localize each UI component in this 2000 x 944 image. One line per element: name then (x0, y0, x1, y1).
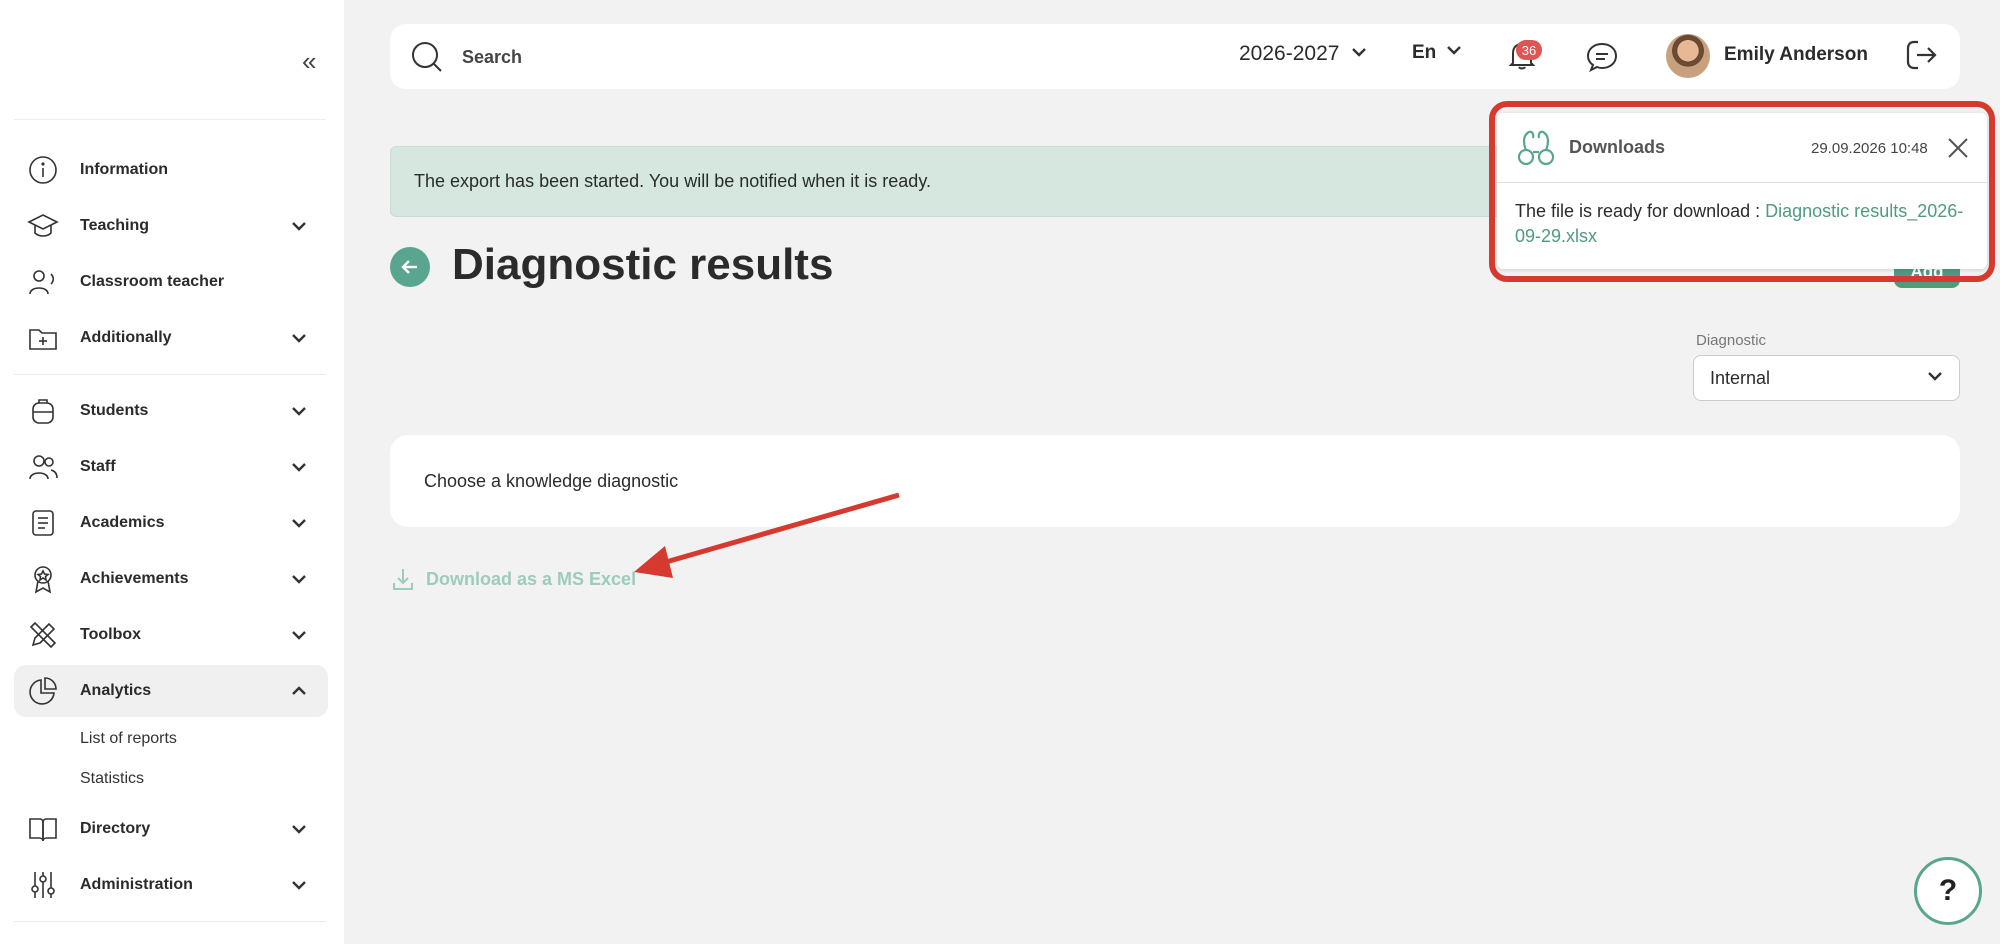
sidebar-subitem-statistics[interactable]: Statistics (80, 770, 144, 788)
chevron-down-icon (1351, 42, 1367, 66)
book-icon (26, 812, 60, 846)
sidebar: « Information Teaching Classroom teacher… (0, 0, 344, 944)
chevron-down-icon (286, 816, 312, 842)
collapse-sidebar-icon[interactable]: « (302, 48, 316, 74)
sliders-icon (26, 868, 60, 902)
arrow-left-icon (401, 260, 417, 274)
download-excel-label: Download as a MS Excel (426, 568, 637, 589)
chat-icon[interactable] (1585, 40, 1621, 76)
sidebar-item-directory[interactable]: Directory (14, 803, 328, 855)
folder-plus-icon (26, 321, 60, 355)
chevron-down-icon (286, 325, 312, 351)
sidebar-item-label: Achievements (80, 570, 189, 587)
graduation-cap-icon (26, 209, 60, 243)
chevron-down-icon (286, 398, 312, 424)
sidebar-item-label: Toolbox (80, 626, 142, 643)
pie-chart-icon (26, 674, 60, 708)
sidebar-divider (14, 374, 326, 375)
chevron-down-icon (286, 510, 312, 536)
teacher-icon (26, 265, 60, 299)
chevron-down-icon (1927, 368, 1943, 389)
diagnostic-select[interactable]: Internal (1693, 355, 1960, 401)
pencil-ruler-icon (26, 618, 60, 652)
sidebar-item-achievements[interactable]: Achievements (14, 553, 328, 605)
download-excel-link[interactable]: Download as a MS Excel (390, 566, 636, 592)
sidebar-item-administration[interactable]: Administration (14, 859, 328, 911)
chevron-down-icon (286, 622, 312, 648)
annotation-highlight-box (1489, 101, 1995, 282)
sidebar-item-staff[interactable]: Staff (14, 441, 328, 493)
sidebar-item-toolbox[interactable]: Toolbox (14, 609, 328, 661)
chevron-down-icon (1446, 42, 1462, 64)
sidebar-item-classroom-teacher[interactable]: Classroom teacher (14, 256, 328, 308)
sidebar-item-academics[interactable]: Academics (14, 497, 328, 549)
help-button[interactable]: ? (1914, 857, 1982, 925)
chevron-up-icon (286, 678, 312, 704)
card-text: Choose a knowledge diagnostic (424, 470, 679, 491)
logout-icon[interactable] (1904, 38, 1940, 74)
sidebar-item-label: Students (80, 402, 149, 419)
sidebar-item-students[interactable]: Students (14, 385, 328, 437)
sidebar-item-label: Administration (80, 876, 193, 893)
download-icon (393, 569, 413, 590)
language-value: En (1412, 42, 1437, 63)
sidebar-item-label: Classroom teacher (80, 273, 225, 290)
users-icon (26, 450, 60, 484)
sidebar-item-label: Staff (80, 458, 116, 475)
award-icon (26, 562, 60, 596)
backpack-icon (26, 394, 60, 428)
sidebar-item-label: Analytics (80, 682, 152, 699)
sidebar-item-label: Additionally (80, 329, 172, 346)
notification-count-badge: 36 (1516, 40, 1542, 60)
sidebar-item-label: Information (80, 161, 168, 178)
sidebar-item-label: Teaching (80, 217, 150, 234)
diagnostic-label: Diagnostic (1696, 332, 1767, 349)
diagnostic-value: Internal (1710, 367, 1771, 388)
export-started-alert: The export has been started. You will be… (390, 146, 1515, 217)
chevron-down-icon (286, 566, 312, 592)
page-title: Diagnostic results (452, 240, 834, 289)
back-button[interactable] (390, 247, 430, 287)
sidebar-divider (14, 921, 326, 922)
info-icon (26, 153, 60, 187)
sidebar-subitem-list-of-reports[interactable]: List of reports (80, 730, 177, 748)
sidebar-item-label: Academics (80, 514, 165, 531)
academic-year-select[interactable]: 2026-2027 (1239, 42, 1367, 66)
chevron-down-icon (286, 872, 312, 898)
sidebar-item-label: Directory (80, 820, 151, 837)
chevron-down-icon (286, 213, 312, 239)
sidebar-divider (14, 119, 326, 120)
user-name[interactable]: Emily Anderson (1724, 44, 1868, 66)
top-bar: 2026-2027 En 36 Emily Anderson (390, 24, 1960, 89)
sidebar-item-information[interactable]: Information (14, 144, 328, 196)
search-input[interactable] (462, 40, 1062, 74)
document-icon (26, 506, 60, 540)
sidebar-item-teaching[interactable]: Teaching (14, 200, 328, 252)
avatar[interactable] (1666, 34, 1710, 78)
language-select[interactable]: En (1412, 42, 1462, 64)
diagnostic-placeholder-card: Choose a knowledge diagnostic (390, 435, 1960, 527)
chevron-down-icon (286, 454, 312, 480)
academic-year-value: 2026-2027 (1239, 42, 1340, 65)
search-icon[interactable] (410, 40, 444, 74)
sidebar-item-additionally[interactable]: Additionally (14, 312, 328, 364)
sidebar-item-analytics[interactable]: Analytics (14, 665, 328, 717)
